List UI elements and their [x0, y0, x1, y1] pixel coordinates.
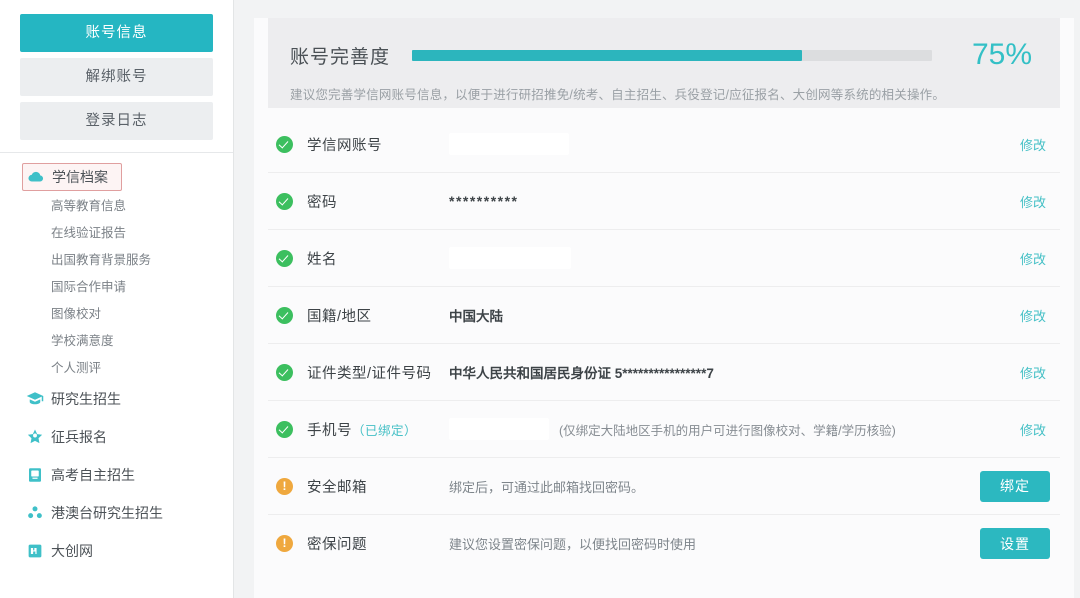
- check-circle-icon: [276, 249, 293, 267]
- info-row-description: 建议您设置密保问题，以便找回密码时使用: [449, 537, 697, 552]
- info-row: 密保问题 建议您设置密保问题，以便找回密码时使用 设置: [268, 515, 1060, 572]
- info-row-hint: (仅绑定大陆地区手机的用户可进行图像校对、学籍/学历核验): [559, 423, 896, 438]
- sidebar-subitem-6[interactable]: 个人测评: [0, 353, 233, 380]
- progress-fill: [412, 49, 803, 61]
- check-circle-icon: [276, 135, 293, 153]
- info-row-label: 学信网账号: [307, 137, 382, 154]
- cloud-icon: [27, 168, 45, 186]
- info-row: 姓名 修改: [268, 230, 1060, 287]
- redacted-value: [449, 418, 549, 440]
- info-row-value: **********: [449, 193, 519, 209]
- graduation-cap-icon: [26, 390, 44, 408]
- sidebar-item-label: 港澳台研究生招生: [51, 505, 163, 521]
- info-row: 安全邮箱 绑定后，可通过此邮箱找回密码。 绑定: [268, 458, 1060, 515]
- progress-description: 建议您完善学信网账号信息，以便于进行研招推免/统考、自主招生、兵役登记/应征报名…: [290, 88, 946, 102]
- sidebar-subitem-0[interactable]: 高等教育信息: [0, 191, 233, 218]
- info-row-value: 中华人民共和国居民身份证 5****************7: [449, 366, 714, 381]
- progress-track: [412, 49, 933, 61]
- modify-link[interactable]: 修改: [1020, 249, 1050, 268]
- modify-link[interactable]: 修改: [1020, 135, 1050, 154]
- progress-title: 账号完善度: [290, 46, 391, 68]
- sidebar-item-2[interactable]: 高考自主招生: [0, 456, 233, 494]
- info-row: 国籍/地区 中国大陆 修改: [268, 287, 1060, 344]
- sidebar-subitem-5[interactable]: 学校满意度: [0, 326, 233, 353]
- modify-link[interactable]: 修改: [1020, 420, 1050, 439]
- info-row-label: 姓名: [307, 251, 337, 268]
- modify-link[interactable]: 修改: [1020, 192, 1050, 211]
- sidebar-item-3[interactable]: 港澳台研究生招生: [0, 494, 233, 532]
- progress-row: 账号完善度 75%: [290, 34, 1038, 76]
- row-action-button[interactable]: 绑定: [980, 470, 1050, 502]
- sidebar-item-label: 征兵报名: [51, 429, 107, 445]
- row-action-button[interactable]: 设置: [980, 528, 1050, 559]
- sidebar-item-label: 学信档案: [52, 169, 108, 185]
- info-row-label: 手机号（已绑定）: [307, 422, 418, 439]
- sidebar-subitem-3[interactable]: 国际合作申请: [0, 272, 233, 299]
- innovation-icon: [26, 542, 44, 560]
- sidebar-item-label: 高考自主招生: [51, 467, 135, 483]
- redacted-value: [449, 133, 569, 155]
- info-row-label: 密保问题: [307, 537, 367, 553]
- sidebar-account-button-2[interactable]: 登录日志: [20, 102, 213, 140]
- account-info-list: 学信网账号 修改 密码 ********** 修改 姓名 修改 国籍/地区 中国大陆 修改 证件类型…: [268, 116, 1060, 572]
- main-content: 账号完善度 75% 建议您完善学信网账号信息，以便于进行研招推免/统考、自主招生…: [234, 0, 1080, 598]
- sidebar-item-label: 研究生招生: [51, 391, 121, 407]
- people-group-icon: [26, 504, 44, 522]
- sidebar-nav: 学信档案高等教育信息 在线验证报告 出国教育背景服务 国际合作申请 图像校对 学校满意度个…: [0, 153, 233, 570]
- star-badge-icon: [26, 428, 44, 446]
- info-row: 手机号（已绑定） (仅绑定大陆地区手机的用户可进行图像校对、学籍/学历核验) 修改: [268, 401, 1060, 458]
- sidebar-item-1[interactable]: 征兵报名: [0, 418, 233, 456]
- warning-circle-icon: [276, 477, 293, 495]
- info-row: 学信网账号 修改: [268, 116, 1060, 173]
- sidebar-item-0[interactable]: 研究生招生: [0, 380, 233, 418]
- sidebar-account-button-0[interactable]: 账号信息: [20, 14, 213, 52]
- progress-percent: 75%: [971, 38, 1032, 71]
- info-row-value: 中国大陆: [449, 309, 503, 324]
- check-circle-icon: [276, 192, 293, 210]
- redacted-value: [449, 247, 571, 269]
- sidebar-item-archive[interactable]: 学信档案: [22, 163, 122, 191]
- sidebar-account-buttons: 账号信息解绑账号登录日志: [0, 0, 233, 140]
- sidebar-account-button-1[interactable]: 解绑账号: [20, 58, 213, 96]
- sidebar-subitem-1[interactable]: 在线验证报告: [0, 218, 233, 245]
- book-icon: [26, 466, 44, 484]
- sidebar-item-label: 大创网: [51, 543, 93, 559]
- status-badge: （已绑定）: [352, 423, 418, 438]
- check-circle-icon: [276, 306, 293, 324]
- account-info-page: 账号信息解绑账号登录日志 学信档案高等教育信息 在线验证报告 出国教育背景服务 国际合…: [0, 0, 1080, 598]
- sidebar-item-4[interactable]: 大创网: [0, 532, 233, 570]
- info-row-label: 证件类型/证件号码: [307, 365, 432, 382]
- modify-link[interactable]: 修改: [1020, 363, 1050, 382]
- content-card: 账号完善度 75% 建议您完善学信网账号信息，以便于进行研招推免/统考、自主招生…: [254, 18, 1074, 598]
- completeness-card: 账号完善度 75% 建议您完善学信网账号信息，以便于进行研招推免/统考、自主招生…: [268, 18, 1060, 108]
- info-row: 密码 ********** 修改: [268, 173, 1060, 230]
- check-circle-icon: [276, 363, 293, 381]
- modify-link[interactable]: 修改: [1020, 306, 1050, 325]
- warning-circle-icon: [276, 535, 293, 552]
- sidebar: 账号信息解绑账号登录日志 学信档案高等教育信息 在线验证报告 出国教育背景服务 国际合…: [0, 0, 234, 598]
- info-row: 证件类型/证件号码 中华人民共和国居民身份证 5****************7…: [268, 344, 1060, 401]
- sidebar-subitem-4[interactable]: 图像校对: [0, 299, 233, 326]
- info-row-description: 绑定后，可通过此邮箱找回密码。: [449, 479, 645, 495]
- info-row-label: 密码: [307, 194, 337, 211]
- info-row-label: 国籍/地区: [307, 308, 372, 325]
- info-row-label: 安全邮箱: [307, 479, 367, 496]
- sidebar-subitem-2[interactable]: 出国教育背景服务: [0, 245, 233, 272]
- check-circle-icon: [276, 420, 293, 438]
